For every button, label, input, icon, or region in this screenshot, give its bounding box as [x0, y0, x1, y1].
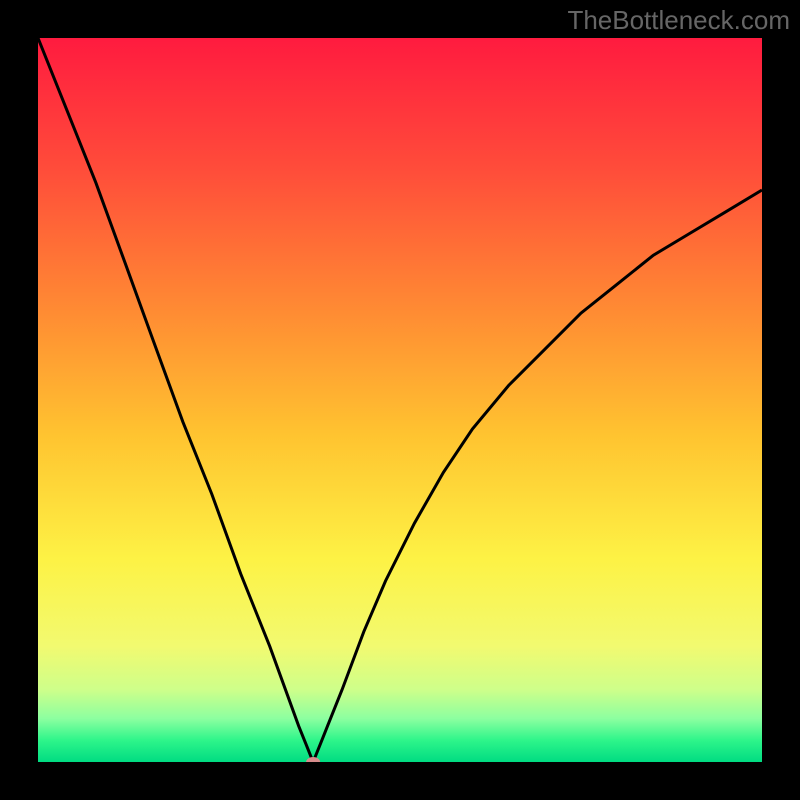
gradient-background [38, 38, 762, 762]
chart-canvas [0, 0, 800, 800]
bottleneck-chart: TheBottleneck.com [0, 0, 800, 800]
attribution-label: TheBottleneck.com [567, 5, 790, 36]
